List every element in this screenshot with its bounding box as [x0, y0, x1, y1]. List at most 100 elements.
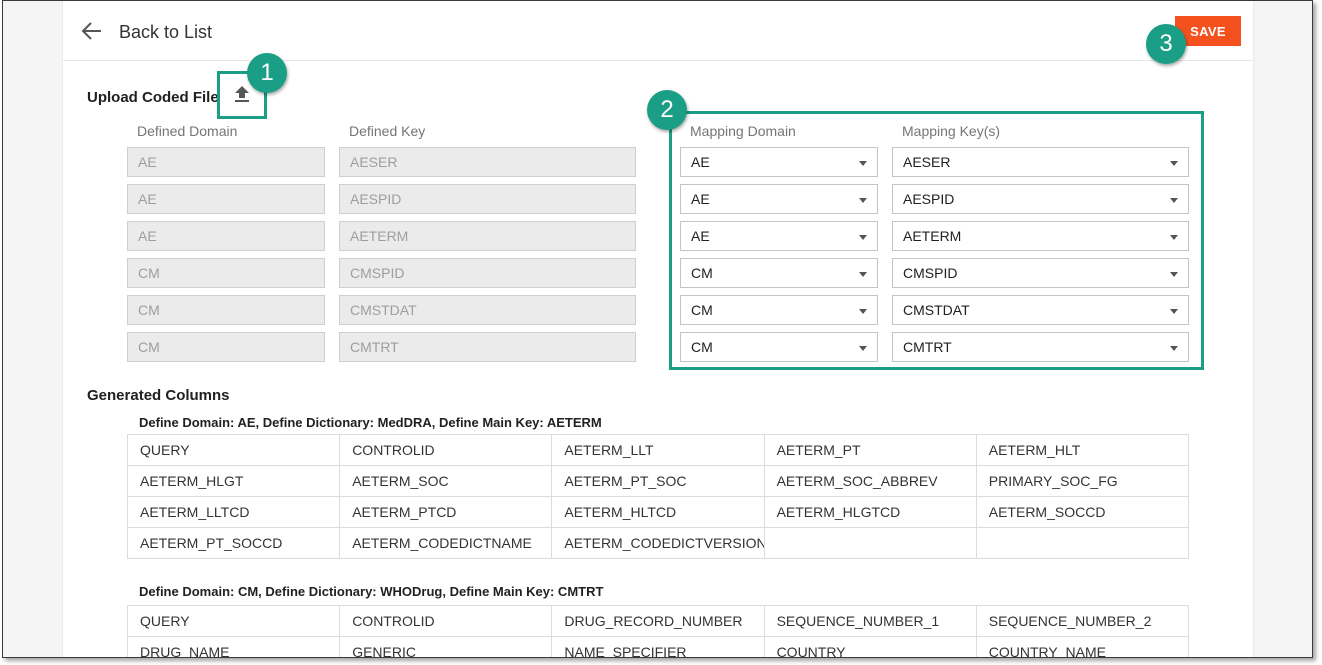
chevron-down-icon	[1170, 198, 1178, 203]
chevron-down-icon	[859, 272, 867, 277]
table-cell: AETERM_PT	[763, 434, 977, 466]
table-cell: AETERM_HLT	[975, 434, 1190, 466]
mapping-key-header: Mapping Key(s)	[902, 123, 1001, 139]
callout-badge-1: 1	[247, 53, 287, 93]
mapping-key-select-value: AESPID	[903, 191, 955, 207]
defined-domain-field: AE	[127, 184, 325, 214]
table-cell: CONTROLID	[339, 434, 553, 466]
generated-columns-table-cm: QUERY CONTROLID DRUG_RECORD_NUMBER SEQUENCE…	[126, 605, 1190, 657]
table-cell: AETERM_HLTCD	[551, 496, 765, 528]
defined-key-field: AETERM	[339, 221, 636, 251]
mapping-key-select-value: AESER	[903, 154, 951, 170]
mapping-key-select[interactable]: AESER	[892, 147, 1189, 177]
mapping-domain-select[interactable]: AE	[680, 184, 878, 214]
mapping-domain-select[interactable]: AE	[680, 147, 878, 177]
app-window: Back to List SAVE Upload Coded File Defi…	[2, 0, 1313, 658]
mapping-key-select-value: AETERM	[903, 228, 962, 244]
mapping-domain-header: Mapping Domain	[690, 123, 796, 139]
generated-columns-title: Generated Columns	[87, 387, 230, 404]
back-to-list-link[interactable]: Back to List	[119, 22, 212, 43]
table-cell: PRIMARY_SOC_FG	[975, 465, 1190, 497]
top-bar: Back to List SAVE	[63, 1, 1253, 61]
mapping-key-select[interactable]: AETERM	[892, 221, 1189, 251]
mapping-domain-select[interactable]: CM	[680, 258, 878, 288]
table-cell: AETERM_PT_SOC	[551, 465, 765, 497]
table-cell: AETERM_HLGTCD	[763, 496, 977, 528]
table-cell: AETERM_PT_SOCCD	[126, 527, 341, 559]
defined-domain-field: CM	[127, 258, 325, 288]
defined-key-header: Defined Key	[349, 123, 426, 139]
callout-badge-3: 3	[1146, 24, 1186, 64]
table-cell: AETERM_CODEDICTVERSION	[551, 527, 765, 559]
back-arrow-icon[interactable]	[81, 21, 103, 41]
table-cell: AETERM_PTCD	[339, 496, 553, 528]
mapping-domain-select-value: CM	[691, 339, 713, 355]
table-cell: SEQUENCE_NUMBER_1	[763, 605, 977, 637]
mapping-key-select[interactable]: AESPID	[892, 184, 1189, 214]
chevron-down-icon	[859, 346, 867, 351]
defined-domain-field: AE	[127, 221, 325, 251]
table-cell: CONTROLID	[339, 605, 553, 637]
chevron-down-icon	[1170, 161, 1178, 166]
table-cell: AETERM_CODEDICTNAME	[339, 527, 553, 559]
table-row: AETERM_HLGT AETERM_SOC AETERM_PT_SOC AETERM…	[126, 465, 1190, 497]
table-cell: AETERM_SOCCD	[975, 496, 1190, 528]
table-row: AETERM_LLTCD AETERM_PTCD AETERM_HLTCD AETER…	[126, 496, 1190, 528]
table-row: QUERY CONTROLID DRUG_RECORD_NUMBER SEQUENCE…	[126, 605, 1190, 637]
table-cell: AETERM_HLGT	[126, 465, 341, 497]
mapping-domain-select-value: AE	[691, 228, 710, 244]
mapping-domain-select[interactable]: AE	[680, 221, 878, 251]
group-title-cm: Define Domain: CM, Define Dictionary: WH…	[139, 584, 604, 599]
table-cell: QUERY	[126, 605, 341, 637]
chevron-down-icon	[859, 161, 867, 166]
table-cell: QUERY	[126, 434, 341, 466]
table-cell: SEQUENCE_NUMBER_2	[975, 605, 1190, 637]
chevron-down-icon	[1170, 272, 1178, 277]
chevron-down-icon	[1170, 309, 1178, 314]
mapping-domain-select[interactable]: CM	[680, 332, 878, 362]
table-row: QUERY CONTROLID AETERM_LLT AETERM_PT AETERM_…	[126, 434, 1190, 466]
mapping-key-select[interactable]: CMSPID	[892, 258, 1189, 288]
defined-domain-field: CM	[127, 295, 325, 325]
table-cell: COUNTRY_NAME	[975, 636, 1190, 657]
table-cell: COUNTRY	[763, 636, 977, 657]
mapping-domain-select-value: CM	[691, 302, 713, 318]
defined-domain-field: CM	[127, 332, 325, 362]
defined-key-field: CMSTDAT	[339, 295, 636, 325]
mapping-domain-select[interactable]: CM	[680, 295, 878, 325]
table-cell	[763, 527, 977, 559]
defined-key-field: AESER	[339, 147, 636, 177]
defined-domain-field: AE	[127, 147, 325, 177]
chevron-down-icon	[859, 235, 867, 240]
table-row: DRUG_NAME GENERIC NAME_SPECIFIER COUNTRY COU…	[126, 636, 1190, 657]
defined-key-field: CMSPID	[339, 258, 636, 288]
table-cell: AETERM_SOC	[339, 465, 553, 497]
mapping-key-select[interactable]: CMSTDAT	[892, 295, 1189, 325]
callout-badge-2: 2	[647, 90, 687, 130]
chevron-down-icon	[1170, 346, 1178, 351]
table-cell: AETERM_LLT	[551, 434, 765, 466]
mapping-domain-select-value: AE	[691, 154, 710, 170]
table-cell: DRUG_RECORD_NUMBER	[551, 605, 765, 637]
table-cell: AETERM_LLTCD	[126, 496, 341, 528]
chevron-down-icon	[859, 309, 867, 314]
table-cell: NAME_SPECIFIER	[551, 636, 765, 657]
table-row: AETERM_PT_SOCCD AETERM_CODEDICTNAME AETERM…	[126, 527, 1190, 559]
upload-icon	[235, 86, 249, 102]
mapping-domain-select-value: AE	[691, 191, 710, 207]
mapping-key-select-value: CMSPID	[903, 265, 958, 281]
upload-title: Upload Coded File	[87, 89, 219, 106]
table-cell: AETERM_SOC_ABBREV	[763, 465, 977, 497]
mapping-domain-select-value: CM	[691, 265, 713, 281]
table-cell	[975, 527, 1190, 559]
chevron-down-icon	[859, 198, 867, 203]
group-title-ae: Define Domain: AE, Define Dictionary: Me…	[139, 415, 602, 430]
defined-domain-header: Defined Domain	[137, 123, 238, 139]
table-cell: GENERIC	[339, 636, 553, 657]
defined-key-field: CMTRT	[339, 332, 636, 362]
chevron-down-icon	[1170, 235, 1178, 240]
table-cell: DRUG_NAME	[126, 636, 341, 657]
mapping-key-select-value: CMTRT	[903, 339, 952, 355]
mapping-key-select[interactable]: CMTRT	[892, 332, 1189, 362]
mapping-key-select-value: CMSTDAT	[903, 302, 970, 318]
